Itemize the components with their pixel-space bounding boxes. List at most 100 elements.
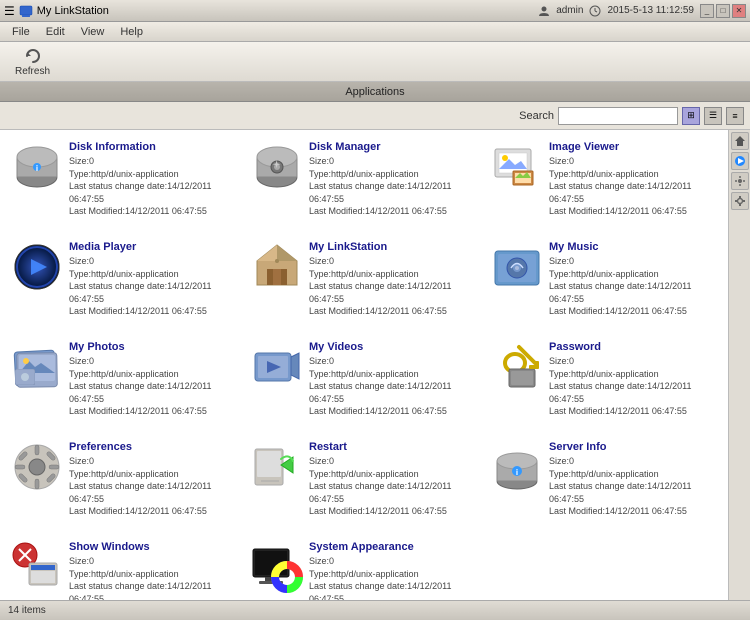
app-meta-my-linkstation: Size:0Type:http/d/unix-applicationLast s… (309, 255, 477, 318)
app-meta-system-appearance: Size:0Type:http/d/unix-applicationLast s… (309, 555, 477, 600)
app-item-media-player[interactable]: Media Player Size:0Type:http/d/unix-appli… (4, 234, 244, 334)
app-item-my-music[interactable]: My MusicSize:0Type:http/d/unix-applicati… (484, 234, 724, 334)
app-meta-server-info: Size:0Type:http/d/unix-applicationLast s… (549, 455, 717, 518)
my-videos-icon (251, 341, 303, 393)
app-titlebar-text: Applications (345, 86, 404, 98)
app-meta-my-videos: Size:0Type:http/d/unix-applicationLast s… (309, 355, 477, 418)
sidebar-home-button[interactable] (731, 132, 749, 150)
app-info-show-windows: Show Windows Size:0Type:http/d/unix-appli… (69, 541, 237, 600)
app-meta-restart: Size:0Type:http/d/unix-applicationLast s… (309, 455, 477, 518)
password-icon (491, 341, 543, 393)
app-name-password: Password (549, 341, 717, 353)
main-area: i Disk Information Size:0Type:http/d/unix… (0, 130, 750, 600)
gear-icon (734, 195, 746, 207)
app-info-my-music: My MusicSize:0Type:http/d/unix-applicati… (549, 241, 717, 318)
app-info-preferences: Preferences Size:0Type:http/d/unix-applic… (69, 441, 237, 518)
app-info-disk-manager: Disk ManagerSize:0Type:http/d/unix-appli… (309, 141, 477, 218)
right-sidebar (728, 130, 750, 600)
menubar: File Edit View Help (0, 22, 750, 42)
refresh-button[interactable]: Refresh (8, 43, 57, 80)
app-name-media-player: Media Player (69, 241, 237, 253)
titlebar-title: My LinkStation (37, 5, 109, 17)
menu-edit[interactable]: Edit (38, 24, 73, 40)
toolbar: Refresh (0, 42, 750, 82)
window-controls: _ □ ✕ (700, 4, 746, 18)
app-item-server-info[interactable]: i Server Info Size:0Type:http/d/unix-appl… (484, 434, 724, 534)
app-item-my-videos[interactable]: My Videos Size:0Type:http/d/unix-applicat… (244, 334, 484, 434)
app-meta-disk-manager: Size:0Type:http/d/unix-applicationLast s… (309, 155, 477, 218)
titlebar: ☰ My LinkStation admin 2015-5-13 11:12:5… (0, 0, 750, 22)
show-windows-icon (11, 541, 63, 593)
menu-icon[interactable]: ☰ (4, 4, 15, 18)
app-meta-show-windows: Size:0Type:http/d/unix-applicationLast s… (69, 555, 237, 600)
app-meta-my-photos: Size:0Type:http/d/unix-applicationLast s… (69, 355, 237, 418)
app-name-server-info: Server Info (549, 441, 717, 453)
app-info-my-videos: My Videos Size:0Type:http/d/unix-applicat… (309, 341, 477, 418)
search-label: Search (519, 110, 554, 122)
app-item-my-linkstation[interactable]: My LinkStation Size:0Type:http/d/unix-app… (244, 234, 484, 334)
content-grid: i Disk Information Size:0Type:http/d/unix… (0, 130, 728, 600)
app-info-server-info: Server Info Size:0Type:http/d/unix-applic… (549, 441, 717, 518)
titlebar-right: admin 2015-5-13 11:12:59 _ □ ✕ (538, 4, 746, 18)
search-input[interactable] (558, 107, 678, 125)
app-item-my-photos[interactable]: My Photos Size:0Type:http/d/unix-applicat… (4, 334, 244, 434)
app-titlebar: Applications (0, 82, 750, 102)
app-meta-preferences: Size:0Type:http/d/unix-applicationLast s… (69, 455, 237, 518)
app-name-system-appearance: System Appearance (309, 541, 477, 553)
detail-view-button[interactable]: ≡ (726, 107, 744, 125)
app-info-image-viewer: Image ViewerSize:0Type:http/d/unix-appli… (549, 141, 717, 218)
sidebar-settings-button[interactable] (731, 172, 749, 190)
menu-view[interactable]: View (73, 24, 113, 40)
minimize-button[interactable]: _ (700, 4, 714, 18)
app-meta-disk-info: Size:0Type:http/d/unix-applicationLast s… (69, 155, 237, 218)
app-meta-image-viewer: Size:0Type:http/d/unix-applicationLast s… (549, 155, 717, 218)
app-item-preferences[interactable]: Preferences Size:0Type:http/d/unix-applic… (4, 434, 244, 534)
titlebar-datetime: 2015-5-13 11:12:59 (607, 5, 694, 16)
app-item-system-appearance[interactable]: System Appearance Size:0Type:http/d/unix-… (244, 534, 484, 600)
user-icon (538, 5, 550, 17)
server-info-icon: i (491, 441, 543, 493)
app-item-disk-info[interactable]: i Disk Information Size:0Type:http/d/unix… (4, 134, 244, 234)
app-name-my-photos: My Photos (69, 341, 237, 353)
menu-file[interactable]: File (4, 24, 38, 40)
app-info-system-appearance: System Appearance Size:0Type:http/d/unix-… (309, 541, 477, 600)
list-view-button[interactable]: ☰ (704, 107, 722, 125)
app-item-password[interactable]: PasswordSize:0Type:http/d/unix-applicati… (484, 334, 724, 434)
titlebar-user: admin (556, 5, 583, 16)
preferences-icon (11, 441, 63, 493)
settings-icon (734, 175, 746, 187)
app-name-my-videos: My Videos (309, 341, 477, 353)
my-photos-icon (11, 341, 63, 393)
refresh-icon (23, 46, 43, 66)
app-name-show-windows: Show Windows (69, 541, 237, 553)
app-item-restart[interactable]: Restart Size:0Type:http/d/unix-applicatio… (244, 434, 484, 534)
close-button[interactable]: ✕ (732, 4, 746, 18)
media-player-icon (11, 241, 63, 293)
restart-icon (251, 441, 303, 493)
sidebar-play-button[interactable] (731, 152, 749, 170)
app-name-preferences: Preferences (69, 441, 237, 453)
app-logo-icon (19, 4, 33, 18)
app-meta-my-music: Size:0Type:http/d/unix-applicationLast s… (549, 255, 717, 318)
home-icon (734, 135, 746, 147)
searchbar: Search ⊞ ☰ ≡ (0, 102, 750, 130)
app-item-show-windows[interactable]: Show Windows Size:0Type:http/d/unix-appli… (4, 534, 244, 600)
app-info-password: PasswordSize:0Type:http/d/unix-applicati… (549, 341, 717, 418)
disk-info-icon: i (11, 141, 63, 193)
maximize-button[interactable]: □ (716, 4, 730, 18)
menu-help[interactable]: Help (112, 24, 151, 40)
app-info-restart: Restart Size:0Type:http/d/unix-applicatio… (309, 441, 477, 518)
svg-text:i: i (516, 468, 518, 477)
my-linkstation-icon (251, 241, 303, 293)
app-item-disk-manager[interactable]: Disk ManagerSize:0Type:http/d/unix-appli… (244, 134, 484, 234)
app-item-image-viewer[interactable]: Image ViewerSize:0Type:http/d/unix-appli… (484, 134, 724, 234)
disk-manager-icon (251, 141, 303, 193)
sidebar-gear-button[interactable] (731, 192, 749, 210)
app-name-disk-info: Disk Information (69, 141, 237, 153)
grid-view-button[interactable]: ⊞ (682, 107, 700, 125)
app-meta-media-player: Size:0Type:http/d/unix-applicationLast s… (69, 255, 237, 318)
app-name-restart: Restart (309, 441, 477, 453)
titlebar-left: ☰ My LinkStation (4, 4, 109, 18)
app-name-my-linkstation: My LinkStation (309, 241, 477, 253)
app-info-my-linkstation: My LinkStation Size:0Type:http/d/unix-app… (309, 241, 477, 318)
